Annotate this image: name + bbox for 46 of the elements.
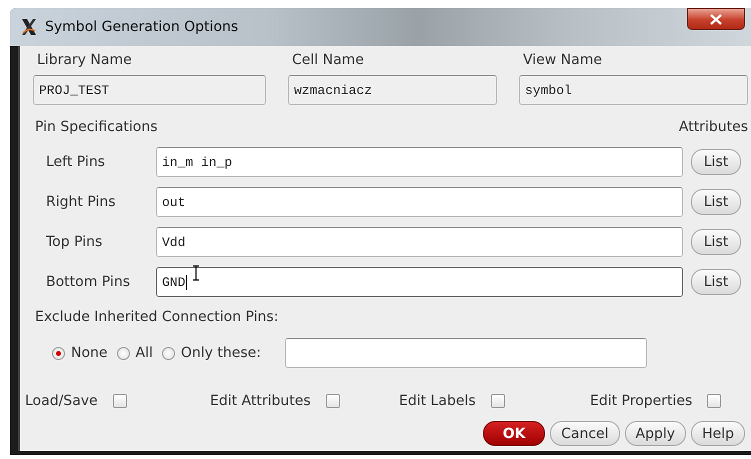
radio-button[interactable] [162,346,175,360]
text-cursor-icon [192,265,200,281]
dialog-button[interactable]: Apply [624,421,686,446]
checkbox[interactable] [490,394,505,408]
input-field[interactable]: GND [156,267,683,297]
checkbox-label: Load/Save [25,393,98,409]
field-label: Top Pins [46,234,104,250]
radio-button[interactable] [52,346,65,360]
input-field[interactable]: wzmacniacz [288,75,497,105]
radio-button[interactable] [116,346,130,360]
radio-label: Only these: [180,345,262,361]
checkbox-label: Edit Labels [399,393,476,409]
ok-button[interactable]: OK [483,421,546,446]
radio-label: None [71,345,108,361]
field-label: Left Pins [46,154,106,170]
checkbox-label: Edit Properties [590,393,692,409]
dialog-button[interactable]: Help [691,421,745,446]
section-label: Exclude Inherited Connection Pins: [35,309,278,325]
x-logo-icon [20,18,38,36]
field-label: View Name [522,52,603,70]
close-button[interactable] [687,8,745,30]
list-button[interactable]: List [691,229,741,255]
input-field[interactable]: symbol [519,75,748,105]
checkbox[interactable] [326,394,340,408]
list-button[interactable]: List [691,189,741,215]
section-title: Pin Specifications [35,119,158,137]
checkbox[interactable] [112,394,127,408]
field-label: Library Name [36,52,133,70]
text-caret [186,274,188,290]
field-label: Cell Name [291,52,365,70]
column-header: Attributes [678,119,748,137]
input-field[interactable] [285,338,648,368]
dialog-button[interactable]: Cancel [550,421,620,446]
field-label: Right Pins [46,194,117,210]
list-button[interactable]: List [691,269,741,295]
field-label: Bottom Pins [46,274,131,290]
input-field[interactable]: in_m in_p [156,147,683,177]
close-icon [710,14,722,24]
input-field[interactable]: out [156,187,683,217]
input-field[interactable]: Vdd [156,227,683,257]
list-button[interactable]: List [691,149,741,175]
input-field[interactable]: PROJ_TEST [33,75,266,105]
radio-label: All [136,345,153,361]
checkbox[interactable] [707,394,722,408]
window-title: Symbol Generation Options [45,19,238,35]
checkbox-label: Edit Attributes [210,393,311,409]
